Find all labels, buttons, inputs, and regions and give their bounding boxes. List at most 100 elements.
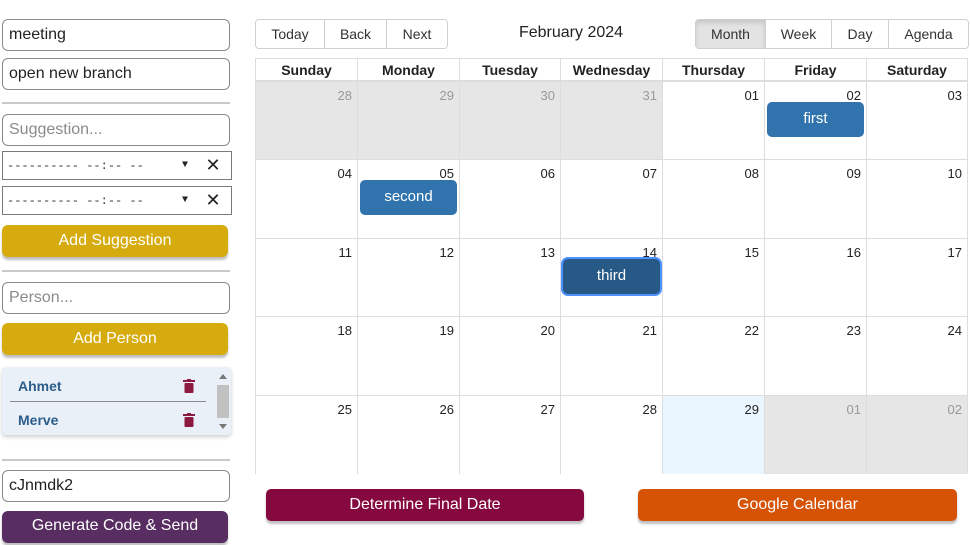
scroll-up-arrow-icon[interactable] bbox=[219, 374, 227, 379]
scrollbar-thumb[interactable] bbox=[217, 385, 229, 418]
day-number[interactable]: 20 bbox=[541, 323, 555, 338]
day-number[interactable]: 27 bbox=[541, 402, 555, 417]
description-input[interactable]: open new branch bbox=[2, 58, 230, 90]
generate-code-send-button[interactable]: Generate Code & Send bbox=[2, 511, 228, 543]
day-cell[interactable]: 19 bbox=[357, 316, 459, 395]
day-cell[interactable]: 28 bbox=[560, 395, 662, 474]
view-day-button[interactable]: Day bbox=[832, 20, 889, 48]
day-number[interactable]: 03 bbox=[948, 88, 962, 103]
day-number[interactable]: 25 bbox=[338, 402, 352, 417]
day-number[interactable]: 21 bbox=[643, 323, 657, 338]
calendar-event[interactable]: first bbox=[767, 102, 864, 137]
day-number[interactable]: 04 bbox=[338, 166, 352, 181]
day-cell[interactable]: 20 bbox=[459, 316, 560, 395]
day-number[interactable]: 16 bbox=[847, 245, 861, 260]
day-cell[interactable]: 23 bbox=[764, 316, 866, 395]
day-cell[interactable]: 12 bbox=[357, 238, 459, 316]
day-number[interactable]: 28 bbox=[643, 402, 657, 417]
day-number[interactable]: 17 bbox=[948, 245, 962, 260]
calendar-event[interactable]: third bbox=[563, 259, 660, 294]
chevron-down-icon[interactable]: ▼ bbox=[177, 160, 193, 171]
day-cell[interactable]: 04 bbox=[256, 159, 357, 238]
day-cell[interactable]: 09 bbox=[764, 159, 866, 238]
day-cell[interactable]: 31 bbox=[560, 81, 662, 159]
back-button[interactable]: Back bbox=[325, 20, 387, 48]
day-cell[interactable]: 21 bbox=[560, 316, 662, 395]
calendar-event[interactable]: second bbox=[360, 180, 457, 215]
day-cell[interactable]: 01 bbox=[764, 395, 866, 474]
day-number[interactable]: 14 bbox=[643, 245, 657, 260]
view-week-button[interactable]: Week bbox=[766, 20, 832, 48]
day-cell[interactable]: 26 bbox=[357, 395, 459, 474]
day-number[interactable]: 07 bbox=[643, 166, 657, 181]
view-agenda-button[interactable]: Agenda bbox=[889, 20, 968, 48]
day-number[interactable]: 06 bbox=[541, 166, 555, 181]
day-cell[interactable]: 24 bbox=[866, 316, 967, 395]
day-number[interactable]: 31 bbox=[643, 88, 657, 103]
datetime-input-end[interactable]: ---------- --:-- -- ▼ ✕ bbox=[2, 186, 276, 263]
clear-icon[interactable]: ✕ bbox=[203, 190, 223, 211]
next-button[interactable]: Next bbox=[387, 20, 447, 48]
datetime-input-start[interactable]: ---------- --:-- -- ▼ ✕ bbox=[2, 151, 276, 228]
day-cell[interactable]: 03 bbox=[866, 81, 967, 159]
scrollbar[interactable] bbox=[215, 367, 231, 435]
day-number[interactable]: 11 bbox=[339, 245, 353, 260]
day-number[interactable]: 10 bbox=[948, 166, 962, 181]
day-number[interactable]: 29 bbox=[745, 402, 759, 417]
trash-icon[interactable] bbox=[183, 413, 195, 427]
day-number[interactable]: 24 bbox=[948, 323, 962, 338]
day-cell[interactable]: 01 bbox=[662, 81, 764, 159]
day-number[interactable]: 02 bbox=[847, 88, 861, 103]
day-cell[interactable]: 16 bbox=[764, 238, 866, 316]
day-number[interactable]: 15 bbox=[745, 245, 759, 260]
title-input[interactable]: meeting bbox=[2, 19, 230, 51]
day-number[interactable]: 18 bbox=[338, 323, 352, 338]
today-button[interactable]: Today bbox=[256, 20, 325, 48]
day-cell[interactable]: 29 bbox=[357, 81, 459, 159]
day-number[interactable]: 13 bbox=[541, 245, 555, 260]
day-number[interactable]: 26 bbox=[440, 402, 454, 417]
add-suggestion-button[interactable]: Add Suggestion bbox=[2, 225, 228, 257]
person-input[interactable]: Person... bbox=[2, 282, 230, 314]
scroll-down-arrow-icon[interactable] bbox=[219, 424, 227, 429]
suggestion-input[interactable]: Suggestion... bbox=[2, 114, 230, 146]
clear-icon[interactable]: ✕ bbox=[203, 155, 223, 176]
day-cell[interactable]: 25 bbox=[256, 395, 357, 474]
day-cell[interactable]: 30 bbox=[459, 81, 560, 159]
day-number[interactable]: 30 bbox=[541, 88, 555, 103]
trash-icon[interactable] bbox=[183, 379, 195, 393]
day-cell[interactable]: 18 bbox=[256, 316, 357, 395]
day-number[interactable]: 23 bbox=[847, 323, 861, 338]
day-number[interactable]: 28 bbox=[338, 88, 352, 103]
day-cell[interactable]: 08 bbox=[662, 159, 764, 238]
day-cell[interactable]: 28 bbox=[256, 81, 357, 159]
day-cell[interactable]: 22 bbox=[662, 316, 764, 395]
day-number[interactable]: 29 bbox=[440, 88, 454, 103]
day-cell[interactable]: 06 bbox=[459, 159, 560, 238]
day-number[interactable]: 02 bbox=[948, 402, 962, 417]
day-number[interactable]: 08 bbox=[745, 166, 759, 181]
code-input[interactable]: cJnmdk2 bbox=[2, 470, 230, 502]
day-cell[interactable]: 27 bbox=[459, 395, 560, 474]
day-cell[interactable]: 02 bbox=[866, 395, 967, 474]
day-cell[interactable]: 07 bbox=[560, 159, 662, 238]
determine-final-date-button[interactable]: Determine Final Date bbox=[266, 489, 584, 521]
day-cell[interactable]: 15 bbox=[662, 238, 764, 316]
day-cell[interactable]: 11 bbox=[256, 238, 357, 316]
view-month-button[interactable]: Month bbox=[696, 20, 766, 48]
day-number[interactable]: 09 bbox=[847, 166, 861, 181]
day-cell[interactable]: 13 bbox=[459, 238, 560, 316]
day-number[interactable]: 22 bbox=[745, 323, 759, 338]
day-number[interactable]: 12 bbox=[440, 245, 454, 260]
day-number[interactable]: 19 bbox=[440, 323, 454, 338]
chevron-down-icon[interactable]: ▼ bbox=[177, 195, 193, 206]
add-person-button[interactable]: Add Person bbox=[2, 323, 228, 355]
day-cell[interactable]: 29 bbox=[662, 395, 764, 474]
day-number[interactable]: 01 bbox=[847, 402, 861, 417]
day-number[interactable]: 01 bbox=[745, 88, 759, 103]
day-number[interactable]: 05 bbox=[440, 166, 454, 181]
datetime-placeholder: ---------- --:-- -- bbox=[7, 158, 144, 173]
day-cell[interactable]: 10 bbox=[866, 159, 967, 238]
google-calendar-button[interactable]: Google Calendar bbox=[638, 489, 957, 521]
day-cell[interactable]: 17 bbox=[866, 238, 967, 316]
